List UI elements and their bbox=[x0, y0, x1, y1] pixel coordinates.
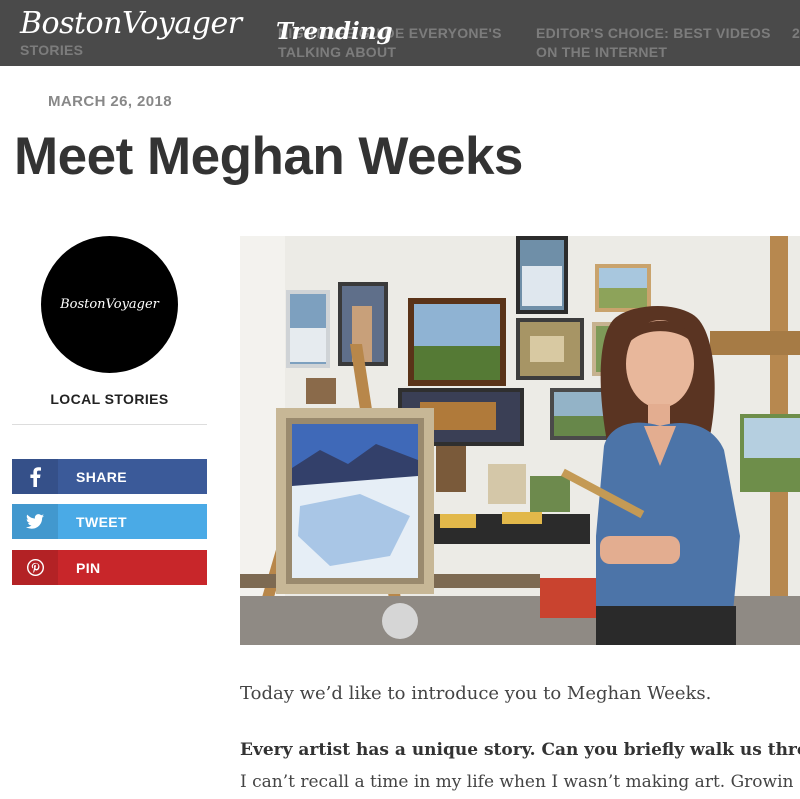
article-intro: Today we’d like to introduce you to Megh… bbox=[240, 683, 712, 704]
article-photo bbox=[240, 236, 800, 645]
interview-answer: I can’t recall a time in my life when I … bbox=[240, 772, 794, 792]
sidebar-divider bbox=[12, 424, 207, 425]
pinterest-share-button[interactable]: PIN bbox=[12, 550, 207, 585]
trending-ticker-item[interactable]: Editor's Choice: Best Videos On The Inte… bbox=[536, 24, 776, 62]
site-header: Stories Nightlife Guide Everyone's Talki… bbox=[0, 0, 800, 66]
twitter-share-button[interactable]: TWEET bbox=[12, 504, 207, 539]
article-title: Meet Meghan Weeks bbox=[14, 127, 523, 186]
facebook-share-button[interactable]: SHARE bbox=[12, 459, 207, 494]
category-label[interactable]: LOCAL STORIES bbox=[12, 391, 207, 407]
pin-label: PIN bbox=[76, 559, 101, 576]
trending-ticker-item[interactable]: Stories bbox=[20, 41, 83, 60]
facebook-icon bbox=[12, 459, 58, 494]
pinterest-icon bbox=[12, 550, 58, 585]
trending-ticker-item[interactable]: 2 bbox=[792, 24, 800, 43]
twitter-icon bbox=[12, 504, 58, 539]
tweet-label: TWEET bbox=[76, 513, 127, 530]
interview-question: Every artist has a unique story. Can you… bbox=[240, 740, 800, 760]
site-logo[interactable]: BostonVoyager bbox=[20, 6, 242, 41]
author-avatar[interactable]: BostonVoyager bbox=[41, 236, 178, 373]
share-label: SHARE bbox=[76, 468, 128, 485]
avatar-logo-text: BostonVoyager bbox=[60, 297, 159, 312]
article-date: MARCH 26, 2018 bbox=[48, 93, 172, 110]
trending-label: Trending bbox=[276, 18, 393, 45]
